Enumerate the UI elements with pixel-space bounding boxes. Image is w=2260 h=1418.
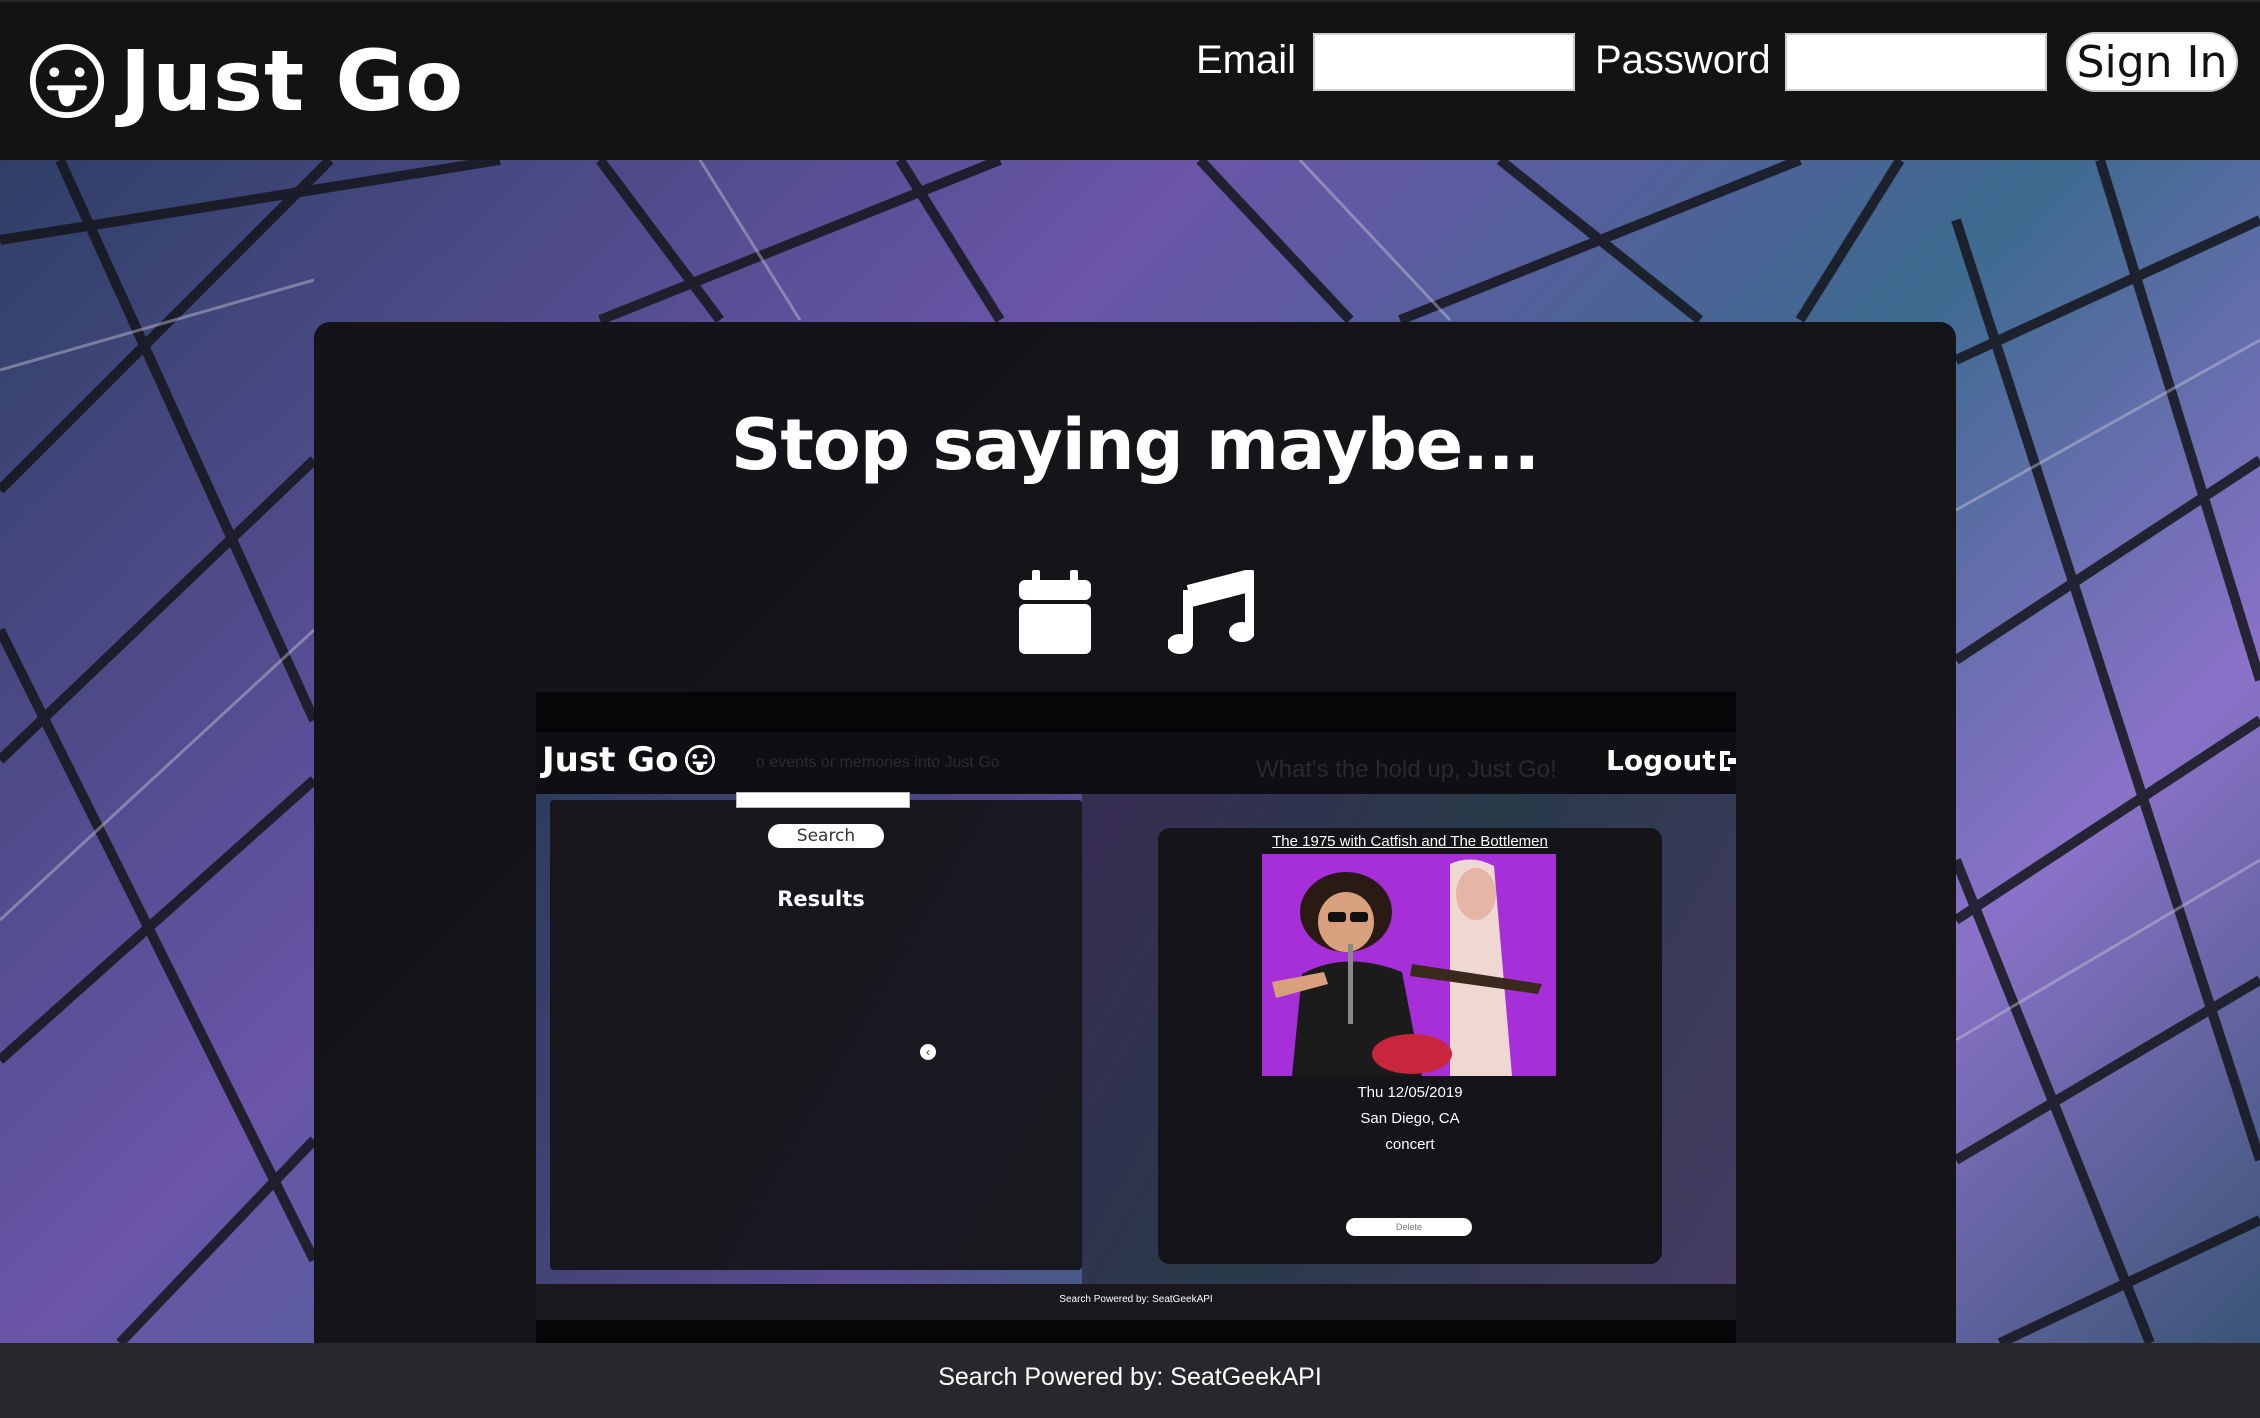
tongue-face-icon [29, 43, 105, 119]
preview-event-title: The 1975 with Catfish and The Bottlemen [1272, 833, 1548, 850]
preview-delete-button: Delete [1346, 1218, 1472, 1236]
preview-footer-text: Search Powered by: SeatGeekAPI [1059, 1294, 1213, 1305]
password-field[interactable] [1785, 33, 2047, 91]
preview-event-type: concert [1385, 1136, 1435, 1153]
sign-in-button[interactable]: Sign In [2066, 32, 2238, 92]
preview-results-heading: Results [777, 887, 865, 911]
preview-brand: Just Go [542, 740, 716, 780]
preview-footer: Search Powered by: SeatGeekAPI [536, 1284, 1736, 1320]
preview-event-photo [1262, 854, 1556, 1076]
preview-event-card: The 1975 with Catfish and The Bottlemen [1158, 828, 1662, 1264]
preview-search-button: Search [768, 824, 884, 848]
calendar-icon [1019, 570, 1091, 654]
preview-prev-arrow-icon: ‹ [920, 1044, 936, 1060]
preview-event-location: San Diego, CA [1360, 1110, 1460, 1127]
footer-credit: Search Powered by: SeatGeekAPI [938, 1363, 1322, 1391]
page-footer: Search Powered by: SeatGeekAPI [0, 1343, 2260, 1418]
tongue-face-icon [685, 745, 716, 775]
brand-name: Just Go [120, 32, 465, 130]
concert-photo [1262, 854, 1556, 1076]
preview-header: Just Go o events or memories into Just G… [536, 732, 1736, 794]
app-preview-screenshot: Just Go o events or memories into Just G… [536, 692, 1736, 1343]
password-label: Password [1595, 38, 1771, 82]
hero-tagline: Stop saying maybe... [730, 404, 1540, 486]
preview-faint-text: o events or memories into Just Go [756, 754, 1000, 771]
email-field[interactable] [1313, 33, 1575, 91]
brand-logo[interactable]: Just Go [28, 38, 464, 124]
preview-search-panel [550, 800, 1082, 1270]
preview-brand-name: Just Go [542, 740, 679, 780]
top-header: Just Go Email Password Sign In [0, 0, 2260, 160]
hero-card: Stop saying maybe... Just Go o events or… [314, 322, 1956, 1343]
music-note-icon [1168, 570, 1254, 654]
preview-logout-button: Logout [1606, 744, 1736, 777]
preview-event-date: Thu 12/05/2019 [1357, 1084, 1463, 1101]
preview-search-input [736, 792, 910, 808]
preview-logout-label: Logout [1606, 744, 1716, 777]
preview-faint-heading: What's the hold up, Just Go! [1256, 756, 1557, 783]
email-label: Email [1196, 38, 1297, 82]
logout-icon [1719, 750, 1736, 771]
